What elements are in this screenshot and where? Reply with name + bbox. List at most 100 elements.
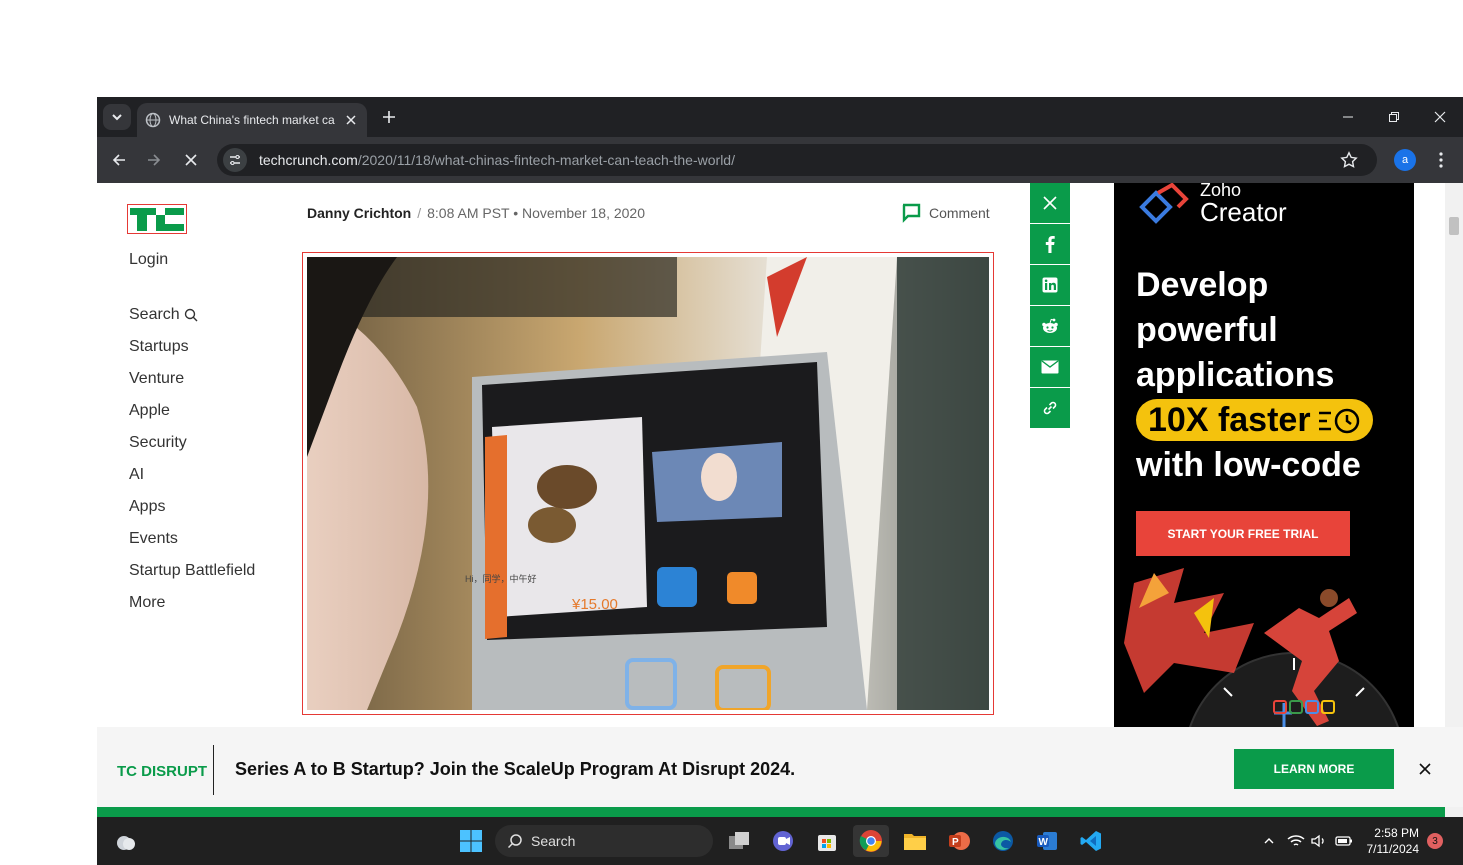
hero-screen-greeting: Hi，同学，中午好 [465, 573, 537, 584]
banner-text: Series A to B Startup? Join the ScaleUp … [235, 759, 796, 779]
site-info-button[interactable] [223, 148, 247, 172]
ad-line-5: with low-code [1136, 446, 1361, 484]
ad-logo: Zoho Creator [1136, 183, 1287, 229]
nav-item-events[interactable]: Events [129, 523, 255, 555]
browser-tab[interactable]: What China's fintech market ca [137, 103, 367, 137]
techcrunch-logo[interactable] [127, 204, 187, 234]
microsoft-store-button[interactable] [809, 825, 845, 857]
chrome-taskbar-button[interactable] [853, 825, 889, 857]
tab-search-button[interactable] [103, 104, 131, 130]
bookmark-star-icon[interactable] [1337, 148, 1361, 172]
web-page: Login Search Startups Venture Apple Secu… [97, 183, 1463, 817]
profile-avatar[interactable]: a [1394, 149, 1416, 171]
learn-more-button[interactable]: LEARN MORE [1234, 749, 1394, 789]
comment-link[interactable]: Comment [901, 203, 990, 223]
zoho-ad[interactable]: Zoho Creator Develop powerful application… [1114, 183, 1414, 728]
globe-icon [145, 112, 161, 128]
ad-line-3: applications [1136, 356, 1335, 394]
plus-icon [383, 111, 395, 123]
tray-overflow-button[interactable] [1259, 831, 1279, 851]
word-button[interactable]: W [1029, 825, 1065, 857]
tc-logo-icon [130, 208, 184, 231]
zoho-creator-logo-icon [1139, 183, 1189, 224]
speed-clock-icon [1318, 408, 1359, 434]
new-tab-button[interactable] [377, 105, 401, 129]
file-explorer-button[interactable] [897, 825, 933, 857]
ad-brand-large: Creator [1200, 197, 1287, 227]
nav-item-startup-battlefield[interactable]: Startup Battlefield [129, 555, 255, 587]
nav-item-search[interactable]: Search [129, 299, 255, 331]
byline-separator: / [417, 205, 422, 221]
system-clock[interactable]: 2:58 PM 7/11/2024 [1359, 825, 1420, 857]
nav-item-venture[interactable]: Venture [129, 363, 255, 395]
taskbar-search[interactable]: Search [495, 825, 713, 857]
share-linkedin-button[interactable] [1030, 265, 1070, 305]
chevron-up-icon [1264, 838, 1274, 844]
stop-loading-button[interactable] [179, 148, 203, 172]
restore-button[interactable] [1379, 105, 1409, 129]
notification-badge[interactable]: 3 [1427, 833, 1443, 849]
nav-item-startups[interactable]: Startups [129, 331, 255, 363]
banner-close-button[interactable] [1417, 761, 1433, 777]
windows-taskbar: Search P W 2:58 PM 7/11/2024 3 [97, 817, 1463, 865]
browser-menu-button[interactable] [1431, 148, 1451, 172]
speaker-icon [1311, 834, 1324, 848]
forward-button[interactable] [142, 148, 166, 172]
browser-toolbar: techcrunch.com/2020/11/18/what-chinas-fi… [97, 137, 1463, 183]
edge-button[interactable] [985, 825, 1021, 857]
vscode-button[interactable] [1073, 825, 1109, 857]
ad-line-2: powerful [1136, 311, 1278, 349]
ad-headline: Develop powerful applications 10X faster… [1136, 263, 1373, 488]
close-icon [1419, 763, 1431, 775]
minimize-button[interactable] [1333, 105, 1363, 129]
share-reddit-button[interactable] [1030, 306, 1070, 346]
email-icon [1041, 360, 1059, 374]
battery-status[interactable] [1334, 831, 1354, 851]
nav-item-apps[interactable]: Apps [129, 491, 255, 523]
comment-icon [902, 203, 921, 223]
nav-item-ai[interactable]: AI [129, 459, 255, 491]
arrow-right-icon [148, 154, 161, 166]
share-copy-link-button[interactable] [1030, 388, 1070, 428]
article-timestamp: 8:08 AM PST • November 18, 2020 [427, 205, 645, 221]
clock-date: 7/11/2024 [1366, 842, 1420, 856]
close-tab-icon[interactable] [343, 112, 359, 128]
page-scrollbar[interactable] [1445, 183, 1463, 817]
site-nav: Search Startups Venture Apple Security A… [129, 299, 255, 619]
volume-status[interactable] [1309, 831, 1329, 851]
reddit-icon [1042, 318, 1058, 333]
windows-start-icon[interactable] [459, 829, 483, 853]
wifi-status[interactable] [1286, 831, 1306, 851]
address-bar[interactable]: techcrunch.com/2020/11/18/what-chinas-fi… [217, 144, 1377, 176]
nav-item-security[interactable]: Security [129, 427, 255, 459]
login-link[interactable]: Login [129, 251, 168, 269]
teams-chat-button[interactable] [765, 825, 801, 857]
task-view-button[interactable] [721, 825, 757, 857]
search-icon [507, 834, 522, 849]
share-rail [1030, 183, 1070, 429]
task-view-icon [729, 832, 749, 849]
author-link[interactable]: Danny Crichton [307, 205, 411, 221]
share-x-button[interactable] [1030, 183, 1070, 223]
share-facebook-button[interactable] [1030, 224, 1070, 264]
disrupt-logo[interactable]: TC DISRUPT [117, 763, 207, 780]
screen: What China's fintech market ca techcrunc… [0, 0, 1463, 865]
browser-window: What China's fintech market ca techcrunc… [97, 97, 1463, 817]
nav-item-apple[interactable]: Apple [129, 395, 255, 427]
share-email-button[interactable] [1030, 347, 1070, 387]
word-icon: W [1037, 832, 1057, 850]
green-strip [97, 807, 1445, 817]
powerpoint-button[interactable]: P [941, 825, 977, 857]
ad-runner-illustration [1124, 568, 1400, 728]
close-window-button[interactable] [1425, 105, 1455, 129]
article-byline: Danny Crichton / 8:08 AM PST • November 18… [307, 205, 645, 221]
scrollbar-thumb[interactable] [1449, 217, 1459, 235]
nav-item-more[interactable]: More [129, 587, 255, 619]
tune-icon [230, 155, 240, 165]
back-button[interactable] [107, 148, 131, 172]
folder-icon [904, 834, 926, 850]
arrow-left-icon [112, 154, 125, 166]
weather-icon[interactable] [115, 831, 137, 853]
ad-cta-button[interactable]: START YOUR FREE TRIAL [1136, 511, 1350, 556]
clock-time: 2:58 PM [1374, 826, 1419, 840]
